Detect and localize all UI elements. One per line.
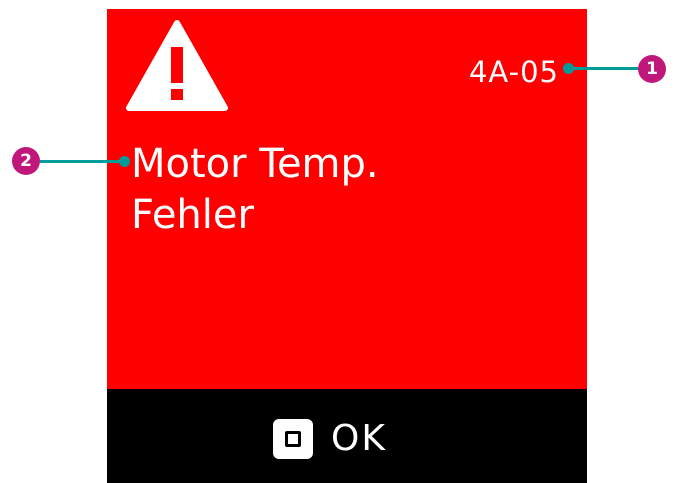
- ok-button[interactable]: OK: [273, 419, 387, 459]
- callout-1-line: [568, 67, 638, 70]
- error-panel: 4A-05 Motor Temp. Fehler: [107, 9, 587, 389]
- error-message-line: Motor Temp.: [131, 141, 379, 187]
- error-code: 4A-05: [468, 55, 559, 89]
- ok-label: OK: [331, 418, 387, 459]
- device-screen: 4A-05 Motor Temp. Fehler OK: [107, 9, 587, 483]
- error-message: Motor Temp. Fehler: [131, 139, 571, 241]
- callout-1-badge: 1: [638, 55, 666, 83]
- callout-2-pointer: [119, 156, 130, 167]
- square-key-icon: [273, 419, 313, 459]
- error-message-line: Fehler: [131, 192, 254, 238]
- callout-2-line: [40, 160, 124, 163]
- warning-triangle-icon: [126, 20, 228, 111]
- callout-2-badge: 2: [12, 147, 40, 175]
- button-bar: OK: [107, 389, 587, 483]
